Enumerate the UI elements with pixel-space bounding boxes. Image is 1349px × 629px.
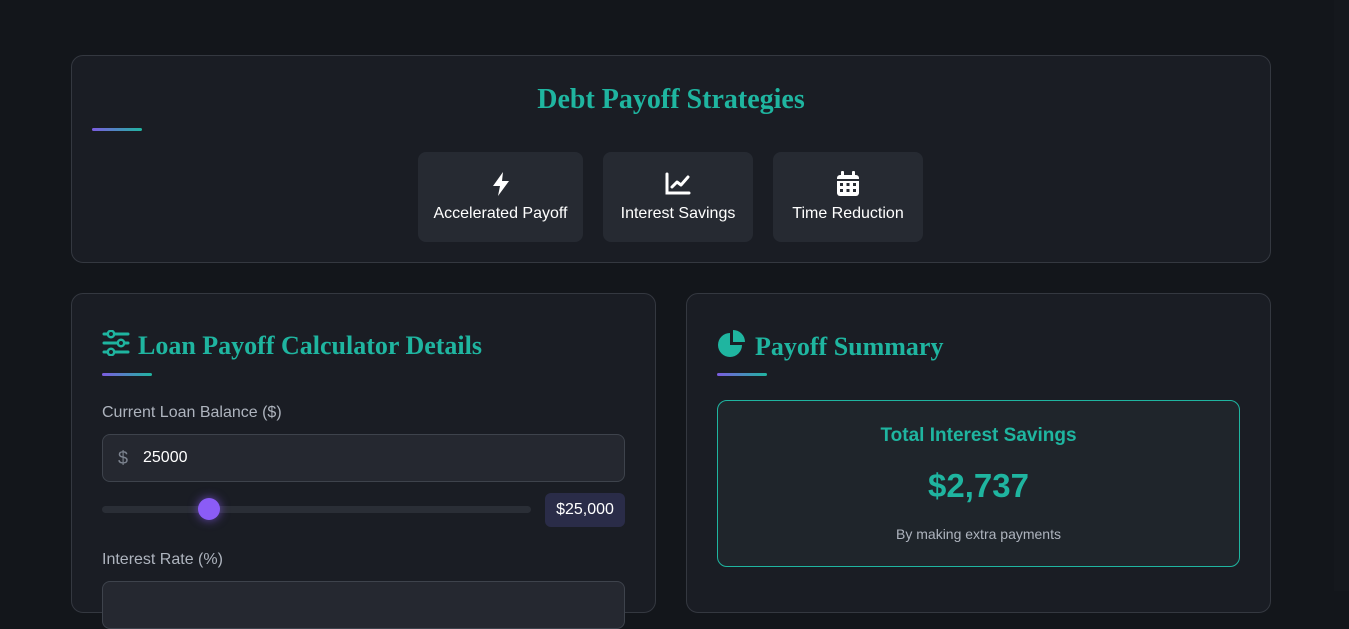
strategies-title: Debt Payoff Strategies xyxy=(537,84,805,115)
loan-balance-label: Current Loan Balance ($) xyxy=(102,404,282,421)
calculator-title: Loan Payoff Calculator Details xyxy=(138,330,482,360)
bolt-icon xyxy=(490,171,512,197)
loan-balance-display: $25,000 xyxy=(545,493,625,527)
loan-balance-input[interactable]: $ 25000 xyxy=(102,434,625,482)
interest-rate-input[interactable] xyxy=(102,581,625,629)
page-scrollbar[interactable] xyxy=(1334,0,1349,591)
accelerated-payoff-button[interactable]: Accelerated Payoff xyxy=(418,152,583,242)
strategies-accent-bar xyxy=(92,128,142,131)
sliders-icon xyxy=(102,329,130,361)
summary-card: Payoff Summary Total Interest Savings $2… xyxy=(686,293,1271,613)
summary-header: Payoff Summary xyxy=(717,330,943,363)
pie-chart-icon xyxy=(717,330,747,363)
interest-savings-panel: Total Interest Savings $2,737 By making … xyxy=(717,400,1240,567)
strategies-card: Debt Payoff Strategies Accelerated Payof… xyxy=(71,55,1271,263)
calculator-card: Loan Payoff Calculator Details Current L… xyxy=(71,293,656,629)
accelerated-payoff-label: Accelerated Payoff xyxy=(433,205,568,222)
savings-title: Total Interest Savings xyxy=(880,425,1077,446)
interest-savings-label: Interest Savings xyxy=(620,205,736,222)
loan-balance-slider-thumb[interactable] xyxy=(198,498,221,520)
summary-accent-bar xyxy=(717,373,767,376)
time-reduction-label: Time Reduction xyxy=(792,205,904,222)
loan-balance-value: 25000 xyxy=(143,449,188,466)
savings-caption: By making extra payments xyxy=(896,526,1061,542)
dollar-icon: $ xyxy=(117,447,128,468)
calculator-accent-bar xyxy=(102,373,152,376)
summary-title: Payoff Summary xyxy=(755,331,944,361)
interest-rate-label: Interest Rate (%) xyxy=(102,551,223,568)
time-reduction-button[interactable]: Time Reduction xyxy=(773,152,923,242)
calculator-header: Loan Payoff Calculator Details xyxy=(102,329,482,361)
calendar-icon xyxy=(836,171,860,197)
line-chart-icon xyxy=(665,171,691,197)
interest-savings-button[interactable]: Interest Savings xyxy=(603,152,753,242)
loan-balance-slider[interactable] xyxy=(102,498,531,520)
savings-amount: $2,737 xyxy=(928,467,1029,504)
